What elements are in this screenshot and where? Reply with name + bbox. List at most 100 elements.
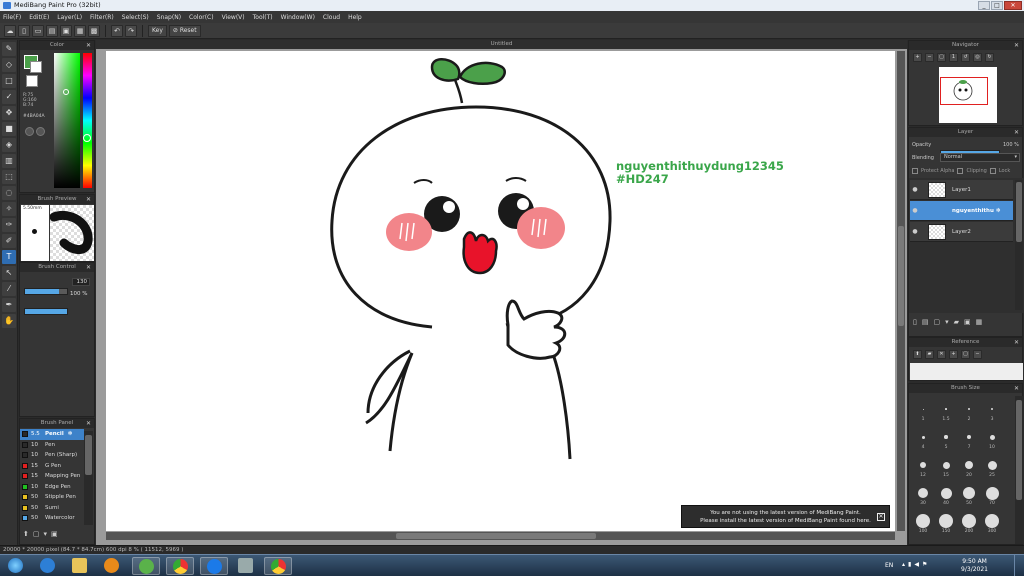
brush-item-stipple-pen[interactable]: 50 Stipple Pen [20,492,84,503]
canvas-horizontal-scrollbar[interactable] [106,532,895,540]
layer-row-layer2[interactable]: ● Layer2 [910,222,1013,242]
saturation-value-picker[interactable] [54,53,80,188]
layer-row-text[interactable]: ● nguyenthithu ✻ [910,201,1013,221]
gear-icon[interactable]: ✻ [68,431,73,437]
dropper-tool-icon[interactable]: ⁄ [2,282,16,296]
brush-opacity-slider[interactable] [24,308,68,315]
select-tool-icon[interactable]: ✓ [2,90,16,104]
taskbar-calculator[interactable] [232,557,260,575]
flag-icon[interactable]: ⚑ [922,561,927,568]
reference-zoom-out-icon[interactable]: − [973,350,982,359]
taskbar-chrome[interactable] [166,557,194,575]
undo-button[interactable]: ↶ [111,24,123,37]
operation-tool-icon[interactable]: ↖ [2,266,16,280]
menu-color[interactable]: Color(C) [189,14,214,21]
update-notice[interactable]: You are not using the latest version of … [681,505,890,528]
rotate-left-icon[interactable]: ↺ [961,53,970,62]
new-halftone-layer-icon[interactable]: ▤ [922,318,929,326]
menu-cloud[interactable]: Cloud [323,14,340,21]
brush-size-option[interactable]: 70 [982,486,1002,506]
lasso-tool-icon[interactable]: ◌ [2,186,16,200]
transparent-color-swatch[interactable] [26,75,38,87]
zoom-out-icon[interactable]: − [925,53,934,62]
reference-fit-icon[interactable]: ▢ [961,350,970,359]
panel-close-icon[interactable]: ✕ [86,263,91,272]
taskbar-clock[interactable]: 9:50 AM 9/3/2021 [961,558,988,574]
brush-size-option[interactable]: 7 [959,430,979,450]
brush-list-scrollbar[interactable] [84,431,93,525]
brush-size-option[interactable]: 12 [913,458,933,478]
export-icon[interactable]: ▦ [74,24,86,37]
language-indicator[interactable]: EN [885,562,893,569]
select-pen-icon[interactable]: ✑ [2,218,16,232]
eyedropper-icon[interactable]: ✒ [2,298,16,312]
eye-icon[interactable]: ● [910,228,920,235]
panel-close-icon[interactable]: ✕ [86,41,91,50]
menu-file[interactable]: File(F) [3,14,21,21]
taskbar-medibang[interactable] [132,557,160,575]
navigator-viewport[interactable] [940,77,988,105]
reference-open-icon[interactable]: ⬆ [913,350,922,359]
brush-item-g-pen[interactable]: 15 G Pen [20,461,84,472]
eraser-tool-icon[interactable]: ◇ [2,58,16,72]
magic-wand-icon[interactable]: ✧ [2,202,16,216]
brush-item-sumi[interactable]: 50 Sumi [20,503,84,514]
scrollbar-thumb[interactable] [1016,400,1022,500]
zoom-in-icon[interactable]: + [913,53,922,62]
tray-arrow-icon[interactable]: ▴ [902,561,905,568]
brush-item-pen[interactable]: 10 Pen [20,440,84,451]
brush-size-option[interactable]: 15 [936,458,956,478]
reference-close-icon[interactable]: ✕ [937,350,946,359]
merge-layer-icon[interactable]: ▣ [964,318,971,326]
taskbar-ie[interactable] [34,557,62,575]
delete-layer-icon[interactable]: ▦ [976,318,983,326]
hand-tool-icon[interactable]: ✋ [2,314,16,328]
volume-icon[interactable]: ◀ [914,561,919,568]
move-tool-icon[interactable]: ✥ [2,106,16,120]
brush-item-mapping-pen[interactable]: 15 Mapping Pen [20,471,84,482]
brush-item-edge-pen[interactable]: 10 Edge Pen [20,482,84,493]
taskbar-explorer[interactable] [66,557,94,575]
text-tool-icon[interactable]: T [2,250,16,264]
taskbar-media[interactable] [98,557,126,575]
hue-slider-handle[interactable] [83,134,91,142]
copy-brush-icon[interactable]: ▢ [33,530,40,538]
scrollbar-thumb[interactable] [1016,182,1022,242]
folder-open-icon[interactable]: ▤ [46,24,58,37]
brush-size-slider[interactable] [24,288,68,295]
layer-row-layer1[interactable]: ● Layer1 [910,180,1013,200]
save-icon[interactable]: ▣ [60,24,72,37]
menu-help[interactable]: Help [348,14,362,21]
dot-tool-icon[interactable]: □ [2,74,16,88]
brush-size-option[interactable]: 300 [982,514,1002,534]
menu-window[interactable]: Window(W) [281,14,315,21]
clipping-checkbox[interactable] [957,168,964,174]
reset-button[interactable]: ⊘ Reset [168,24,201,37]
taskbar-chrome-2[interactable] [264,557,292,575]
gradient-tool-icon[interactable]: ▥ [2,154,16,168]
menu-select[interactable]: Select(S) [122,14,149,21]
panel-close-icon[interactable]: ✕ [1014,384,1019,393]
brush-tool-icon[interactable]: ✎ [2,42,16,56]
bucket-tool-icon[interactable]: ◈ [2,138,16,152]
brush-size-option[interactable]: 1 [913,402,933,422]
minimize-button[interactable]: _ [978,1,990,10]
eye-icon[interactable]: ● [910,186,920,193]
new-layer-icon[interactable]: ▯ [913,318,917,326]
document-tab[interactable]: Untitled [96,40,907,49]
protect-alpha-checkbox[interactable] [912,168,918,174]
brush-size-option[interactable]: 4 [913,430,933,450]
brush-item-watercolor[interactable]: 50 Watercolor [20,513,84,524]
fill-rect-icon[interactable]: ■ [2,122,16,136]
lock-checkbox[interactable] [989,168,996,174]
brush-item-pencil[interactable]: 5.5 Pencil ✻ [20,429,84,440]
brush-size-option[interactable]: 2 [959,402,979,422]
menu-edit[interactable]: Edit(E) [29,14,49,21]
menu-snap[interactable]: Snap(N) [157,14,181,21]
maximize-button[interactable]: □ [991,1,1003,10]
redo-button[interactable]: ↷ [125,24,137,37]
layer-menu-icon[interactable]: ▾ [945,318,949,326]
hue-slider[interactable] [83,53,92,188]
menu-filter[interactable]: Filter(R) [90,14,114,21]
brush-size-option[interactable]: 50 [959,486,979,506]
